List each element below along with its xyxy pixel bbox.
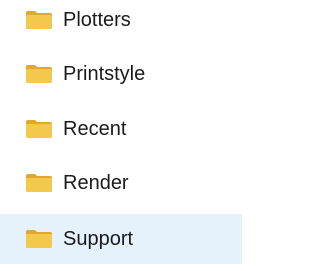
folder-icon [26,230,52,248]
folder-label: Plotters [63,8,131,31]
folder-item-printstyle[interactable]: Printstyle [0,49,242,99]
folder-item-render[interactable]: Render [0,158,242,208]
folder-item-recent[interactable]: Recent [0,104,242,154]
folder-item-support[interactable]: Support [0,214,242,264]
folder-label: Recent [63,117,127,140]
folder-list: Plotters Printstyle Recent Render Suppor… [0,0,242,271]
folder-item-plotters[interactable]: Plotters [0,0,242,45]
folder-icon [26,11,52,29]
folder-icon [26,174,52,192]
folder-icon [26,65,52,83]
folder-label: Printstyle [63,62,146,85]
folder-icon [26,120,52,138]
folder-label: Render [63,171,129,194]
folder-label: Support [63,227,134,250]
